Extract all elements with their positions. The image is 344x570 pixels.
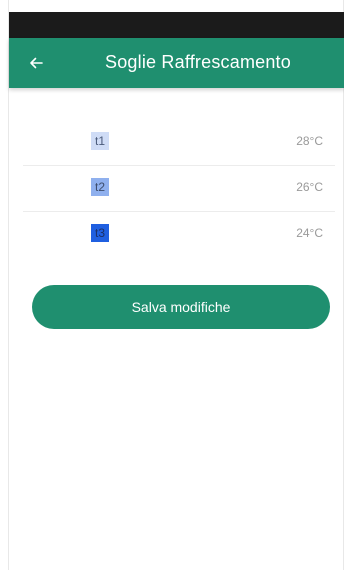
page-title: Soglie Raffrescamento (105, 52, 291, 72)
threshold-label: t1 (91, 132, 109, 150)
threshold-row-t2[interactable]: t2 26°C (23, 166, 335, 212)
save-button[interactable]: Salva modifiche (32, 285, 330, 329)
threshold-value: 28°C (296, 134, 323, 148)
threshold-row-t1[interactable]: t1 28°C (23, 120, 335, 166)
threshold-label: t2 (91, 178, 109, 196)
threshold-value: 24°C (296, 226, 323, 240)
phone-screen: Soglie Raffrescamento t1 28°C t2 26°C t3… (8, 0, 344, 570)
threshold-value: 26°C (296, 180, 323, 194)
back-button[interactable] (21, 48, 51, 78)
threshold-label: t3 (91, 224, 109, 242)
app-header: Soglie Raffrescamento (9, 38, 344, 88)
status-bar (9, 12, 344, 38)
threshold-row-t3[interactable]: t3 24°C (23, 212, 335, 258)
arrow-left-icon (30, 57, 43, 69)
threshold-list: t1 28°C t2 26°C t3 24°C (23, 120, 335, 258)
